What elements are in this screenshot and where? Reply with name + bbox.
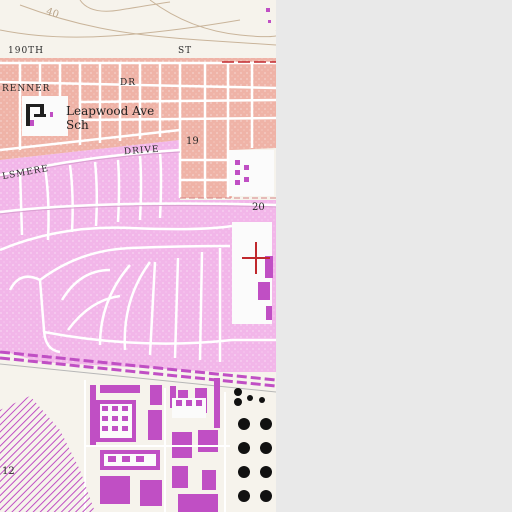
map-canvas bbox=[0, 0, 276, 512]
section-number-20: 20 bbox=[252, 202, 265, 213]
street-label-st: ST bbox=[178, 46, 193, 56]
section-number-19: 19 bbox=[186, 136, 199, 147]
school-label-line2: Sch bbox=[66, 118, 89, 132]
edge-label-12: 12 bbox=[2, 466, 15, 477]
street-label-190th: 190TH bbox=[8, 46, 45, 56]
street-label-dr: DR bbox=[120, 78, 136, 88]
street-label-renner: RENNER bbox=[2, 84, 51, 94]
school-label-line1: Leapwood Ave bbox=[66, 104, 155, 118]
topo-map[interactable]: 40 190TH ST RENNER DR Leapwood Ave Sch L… bbox=[0, 0, 276, 512]
empty-panel bbox=[276, 0, 512, 512]
